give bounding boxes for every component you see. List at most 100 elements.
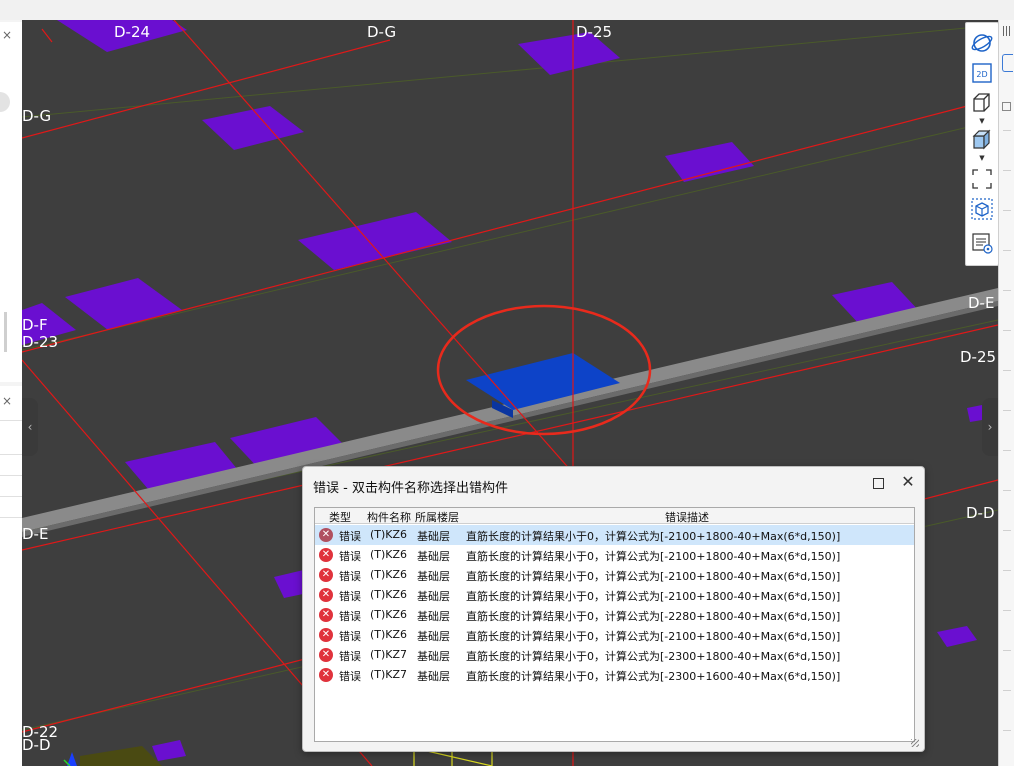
svg-text:2D: 2D [976, 70, 987, 79]
axis-label-d23: D-23 [22, 333, 59, 351]
cube-solid-icon[interactable] [970, 128, 994, 152]
error-table: 类型 构件名称 所属楼层 错误描述 ✕ 错误 (T)KZ6 基础层 直筋长度的计… [314, 507, 915, 742]
error-icon: ✕ [319, 648, 333, 662]
row-component-name[interactable]: (T)KZ6 [370, 568, 407, 581]
row-component-name[interactable]: (T)KZ6 [370, 588, 407, 601]
row-component-name[interactable]: (T)KZ6 [370, 608, 407, 621]
row-floor: 基础层 [417, 670, 450, 683]
footing[interactable] [152, 740, 186, 761]
row-type: 错误 [339, 550, 361, 563]
row-description: 直筋长度的计算结果小于0，计算公式为[-2100+1800-40+Max(6*d… [466, 570, 841, 583]
axis-label-d25-top: D-25 [576, 23, 613, 41]
row-description: 直筋长度的计算结果小于0，计算公式为[-2100+1800-40+Max(6*d… [466, 630, 841, 643]
table-row[interactable]: ✕ 错误 (T)KZ6 基础层 直筋长度的计算结果小于0，计算公式为[-2280… [315, 605, 914, 625]
error-icon: ✕ [319, 588, 333, 602]
footing-bottom [80, 746, 162, 766]
top-bar [0, 0, 1014, 21]
footing[interactable] [298, 212, 452, 270]
footing[interactable] [967, 405, 982, 422]
axis-label-df: D-F [22, 316, 48, 334]
table-row[interactable]: ✕ 错误 (T)KZ6 基础层 直筋长度的计算结果小于0，计算公式为[-2100… [315, 625, 914, 645]
dialog-title: 错误 - 双击构件名称选择出错构件 [313, 481, 508, 496]
row-description: 直筋长度的计算结果小于0，计算公式为[-2280+1800-40+Max(6*d… [466, 610, 841, 623]
selected-footing[interactable] [466, 353, 620, 410]
axis-label-dd-left: D-D [22, 736, 51, 754]
error-icon: ✕ [319, 548, 333, 562]
select-3d-icon[interactable] [970, 197, 994, 221]
column-header-type[interactable]: 类型 [329, 509, 351, 525]
row-component-name[interactable]: (T)KZ6 [370, 628, 407, 641]
collapse-icon[interactable] [1002, 102, 1011, 111]
row-component-name[interactable]: (T)KZ7 [370, 668, 407, 681]
footing[interactable] [665, 142, 754, 182]
table-row[interactable]: ✕ 错误 (T)KZ7 基础层 直筋长度的计算结果小于0，计算公式为[-2300… [315, 645, 914, 665]
grip-icon[interactable] [1003, 26, 1011, 36]
right-panel-edge [998, 20, 1014, 766]
table-header: 类型 构件名称 所属楼层 错误描述 [315, 508, 914, 524]
table-row[interactable]: ✕ 错误 (T)KZ6 基础层 直筋长度的计算结果小于0，计算公式为[-2100… [315, 545, 914, 565]
axis-label-de-left: D-E [22, 525, 49, 543]
error-icon: ✕ [319, 668, 333, 682]
resize-grip-icon[interactable] [911, 739, 919, 747]
chevron-down-icon[interactable]: ▼ [978, 155, 986, 162]
error-icon: ✕ [319, 628, 333, 642]
close-icon[interactable]: × [0, 28, 14, 42]
footing[interactable] [202, 106, 304, 150]
axis-line-short [41, 28, 53, 43]
row-floor: 基础层 [417, 650, 450, 663]
close-icon[interactable]: × [0, 394, 14, 408]
axis-gizmo [63, 752, 77, 766]
row-component-name[interactable]: (T)KZ7 [370, 648, 407, 661]
table-row[interactable]: ✕ 错误 (T)KZ6 基础层 直筋长度的计算结果小于0，计算公式为[-2100… [315, 585, 914, 605]
row-floor: 基础层 [417, 630, 450, 643]
orbit-icon[interactable] [970, 31, 994, 55]
table-row[interactable]: ✕ 错误 (T)KZ6 基础层 直筋长度的计算结果小于0，计算公式为[-2100… [315, 565, 914, 585]
row-component-name[interactable]: (T)KZ6 [370, 528, 407, 541]
row-type: 错误 [339, 610, 361, 623]
axis-label-dg-top: D-G [367, 23, 397, 41]
fit-view-icon[interactable] [970, 167, 994, 191]
left-collapse-handle[interactable]: ‹ [22, 398, 38, 456]
panel-handle[interactable] [0, 92, 10, 112]
grid-line-dg [22, 24, 998, 118]
panel-tab[interactable] [1002, 54, 1013, 72]
table-row[interactable]: ✕ 错误 (T)KZ7 基础层 直筋长度的计算结果小于0，计算公式为[-2300… [315, 665, 914, 685]
chevron-down-icon[interactable]: ▼ [978, 118, 986, 125]
row-floor: 基础层 [417, 530, 450, 543]
row-description: 直筋长度的计算结果小于0，计算公式为[-2100+1800-40+Max(6*d… [466, 590, 841, 603]
right-collapse-handle[interactable]: › [982, 398, 998, 456]
column-header-floor[interactable]: 所属楼层 [415, 509, 459, 525]
footing[interactable] [937, 626, 977, 647]
left-panel: × × [0, 20, 23, 766]
row-description: 直筋长度的计算结果小于0，计算公式为[-2100+1800-40+Max(6*d… [466, 550, 841, 563]
row-floor: 基础层 [417, 550, 450, 563]
footing[interactable] [65, 278, 182, 330]
row-description: 直筋长度的计算结果小于0，计算公式为[-2300+1600-40+Max(6*d… [466, 670, 841, 683]
maximize-button[interactable] [873, 478, 884, 489]
row-type: 错误 [339, 650, 361, 663]
error-dialog: 错误 - 双击构件名称选择出错构件 ✕ 类型 构件名称 所属楼层 错误描述 ✕ … [302, 466, 925, 752]
layer-list-icon[interactable] [970, 231, 994, 255]
close-button[interactable]: ✕ [900, 472, 916, 492]
row-floor: 基础层 [417, 610, 450, 623]
cube-wire-icon[interactable] [970, 91, 994, 115]
row-type: 错误 [339, 670, 361, 683]
row-floor: 基础层 [417, 590, 450, 603]
column-header-name[interactable]: 构件名称 [367, 509, 411, 525]
row-type: 错误 [339, 530, 361, 543]
error-icon: ✕ [319, 568, 333, 582]
view-2d-icon[interactable]: 2D [970, 61, 994, 85]
row-floor: 基础层 [417, 570, 450, 583]
left-panel-section-bottom: × [0, 386, 23, 766]
row-component-name[interactable]: (T)KZ6 [370, 548, 407, 561]
view-toolbar: 2D ▼ ▼ [965, 22, 999, 266]
row-type: 错误 [339, 590, 361, 603]
column-header-desc[interactable]: 错误描述 [665, 509, 709, 525]
left-panel-section-top: × [0, 22, 23, 382]
axis-label-de-right: D-E [968, 294, 995, 312]
error-icon: ✕ [319, 528, 333, 542]
table-row[interactable]: ✕ 错误 (T)KZ6 基础层 直筋长度的计算结果小于0，计算公式为[-2100… [315, 525, 914, 545]
axis-label-d25-right: D-25 [960, 348, 997, 366]
axis-label-dg-left: D-G [22, 107, 52, 125]
axis-label-dd-right: D-D [966, 504, 995, 522]
